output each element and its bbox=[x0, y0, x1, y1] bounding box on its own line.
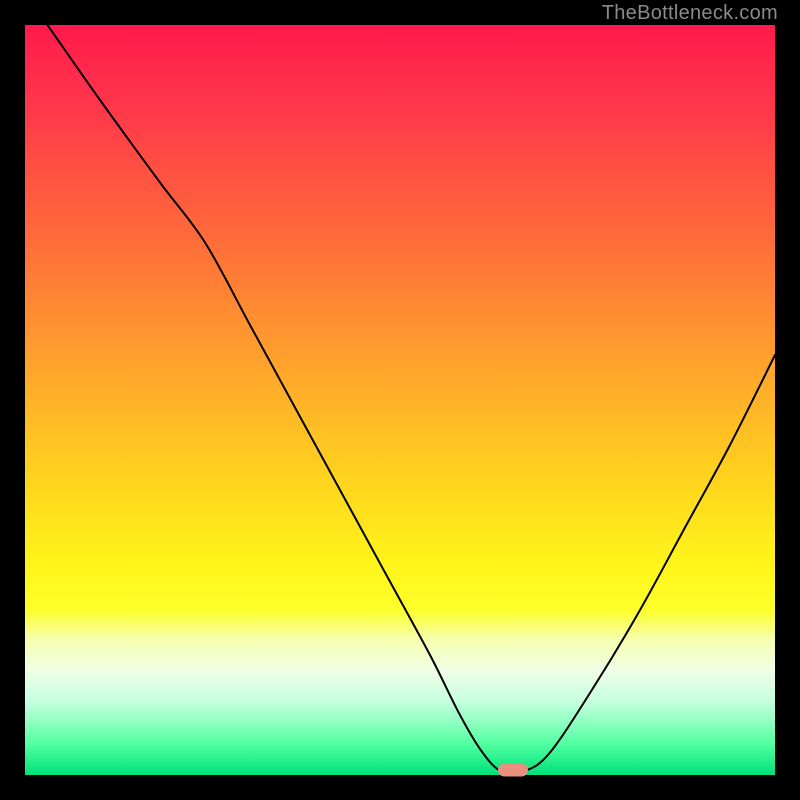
watermark-text: TheBottleneck.com bbox=[602, 2, 778, 25]
outer-frame: TheBottleneck.com bbox=[0, 0, 800, 800]
plot-area bbox=[25, 25, 775, 775]
